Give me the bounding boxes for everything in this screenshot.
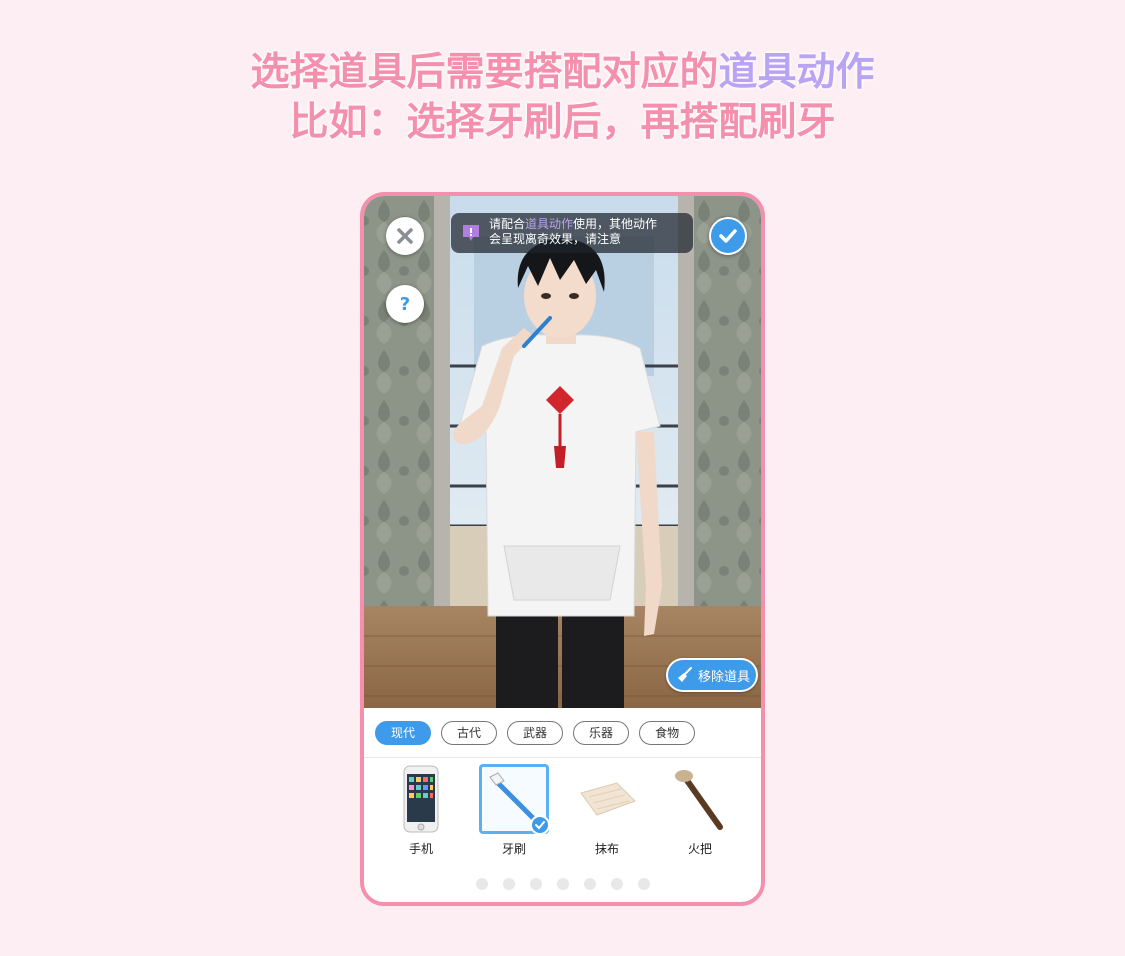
confirm-button[interactable] xyxy=(709,217,747,255)
page-dot[interactable] xyxy=(502,878,515,890)
selected-check-badge xyxy=(530,815,550,835)
page-dot[interactable] xyxy=(556,878,569,890)
page-dot[interactable] xyxy=(529,878,542,890)
tab-food[interactable]: 食物 xyxy=(639,720,696,745)
prop-name: 手机 xyxy=(408,842,433,856)
prop-thumb xyxy=(572,764,642,834)
warning-icon xyxy=(463,225,479,241)
phone-icon xyxy=(403,765,439,833)
tip-line-2: 会呈现离奇效果，请注意 xyxy=(489,232,622,246)
prop-item-phone[interactable]: 手机 xyxy=(384,764,458,857)
tip-banner: 请配合道具动作使用，其他动作 会呈现离奇效果，请注意 xyxy=(451,213,693,253)
headline-accent: 道具动作 xyxy=(718,50,875,95)
tip-prefix: 请配合 xyxy=(489,217,526,231)
page-dot[interactable] xyxy=(583,878,596,890)
prop-item-torch[interactable]: 火把 xyxy=(663,764,737,857)
prop-thumb xyxy=(479,764,550,835)
page-dot[interactable] xyxy=(475,878,488,890)
headline-line-1-text: 选择道具后需要搭配对应的 xyxy=(250,50,719,95)
remove-prop-label: 移除道具 xyxy=(698,669,751,685)
headline-line-2: 比如：选择牙刷后，再搭配刷牙 xyxy=(289,100,836,145)
prop-thumb xyxy=(386,764,456,834)
character-scene: 请配合道具动作使用，其他动作 会呈现离奇效果，请注意 ? 移除道具 xyxy=(364,196,761,708)
headline: 选择道具后需要搭配对应的道具动作 比如：选择牙刷后，再搭配刷牙 xyxy=(0,48,1125,148)
prop-name: 火把 xyxy=(687,842,712,856)
check-icon xyxy=(535,821,545,830)
page-dot[interactable] xyxy=(637,878,650,890)
prop-name: 抹布 xyxy=(594,842,619,856)
headline-line-1: 选择道具后需要搭配对应的道具动作 xyxy=(0,48,1125,98)
tip-line-1: 请配合道具动作使用，其他动作 xyxy=(489,217,685,232)
page-dot[interactable] xyxy=(610,878,623,890)
remove-prop-button[interactable]: 移除道具 xyxy=(666,658,758,692)
torch-icon xyxy=(675,770,723,830)
tab-weapons[interactable]: 武器 xyxy=(507,720,564,745)
prop-thumb xyxy=(665,764,735,834)
phone-frame: 请配合道具动作使用，其他动作 会呈现离奇效果，请注意 ? 移除道具 现代 古代 … xyxy=(360,192,765,906)
prop-grid: 手机 牙刷 抹布 火把 xyxy=(364,758,761,868)
category-tabs: 现代 古代 武器 乐器 食物 xyxy=(364,708,761,758)
prop-item-toothbrush[interactable]: 牙刷 xyxy=(477,764,551,857)
broom-icon xyxy=(678,667,692,682)
pagination-dots xyxy=(364,878,761,890)
tab-ancient[interactable]: 古代 xyxy=(441,720,498,745)
prop-item-cloth[interactable]: 抹布 xyxy=(570,764,644,857)
help-button[interactable]: ? xyxy=(386,285,424,323)
tab-instruments[interactable]: 乐器 xyxy=(573,720,630,745)
prop-name: 牙刷 xyxy=(501,842,526,856)
close-button[interactable] xyxy=(386,217,424,255)
cloth-icon xyxy=(580,782,636,816)
tip-suffix: 使用，其他动作 xyxy=(573,217,658,231)
help-icon: ? xyxy=(399,293,411,315)
check-icon xyxy=(719,229,737,243)
tab-modern[interactable]: 现代 xyxy=(375,720,432,745)
scene-illustration xyxy=(364,196,761,708)
tip-highlight: 道具动作 xyxy=(525,217,574,231)
close-icon xyxy=(397,228,413,244)
